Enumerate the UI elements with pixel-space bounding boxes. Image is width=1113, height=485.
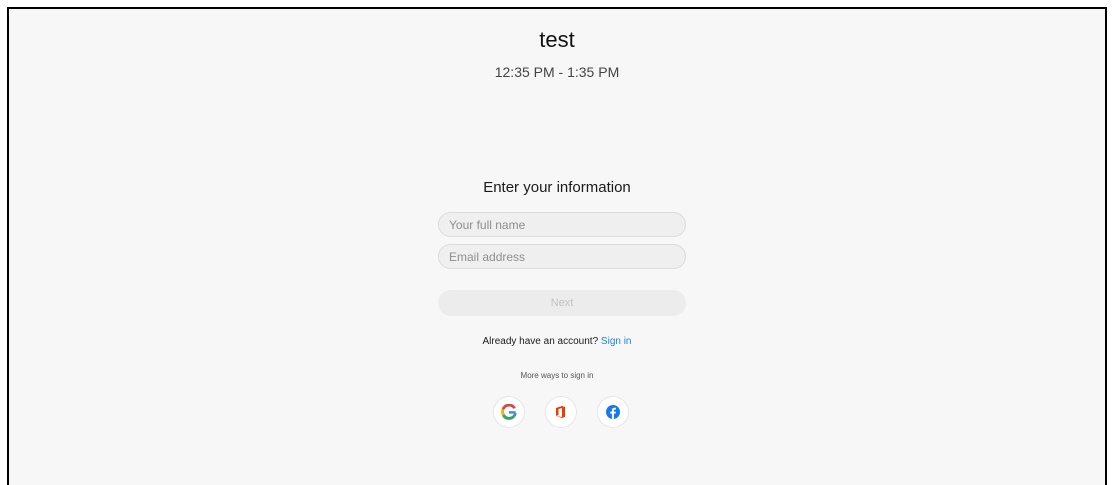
account-prompt-text: Already have an account?: [482, 336, 599, 347]
facebook-sign-in-button[interactable]: [598, 397, 628, 427]
facebook-icon: [606, 405, 620, 419]
office-icon: [556, 406, 565, 418]
office-sign-in-button[interactable]: [546, 397, 576, 427]
google-sign-in-button[interactable]: [494, 397, 524, 427]
account-prompt-line: Already have an account? Sign in: [9, 336, 1105, 347]
meeting-title: test: [539, 27, 575, 52]
next-button[interactable]: Next: [438, 290, 686, 316]
meeting-join-page: test 12:35 PM - 1:35 PM Enter your infor…: [7, 7, 1107, 485]
email-input[interactable]: [438, 244, 686, 269]
google-icon: [501, 404, 517, 420]
full-name-input[interactable]: [438, 212, 686, 237]
sign-in-link[interactable]: Sign in: [601, 336, 632, 347]
meeting-time-range: 12:35 PM - 1:35 PM: [494, 64, 620, 80]
more-ways-label: More ways to sign in: [520, 371, 594, 380]
form-heading: Enter your information: [483, 179, 631, 196]
